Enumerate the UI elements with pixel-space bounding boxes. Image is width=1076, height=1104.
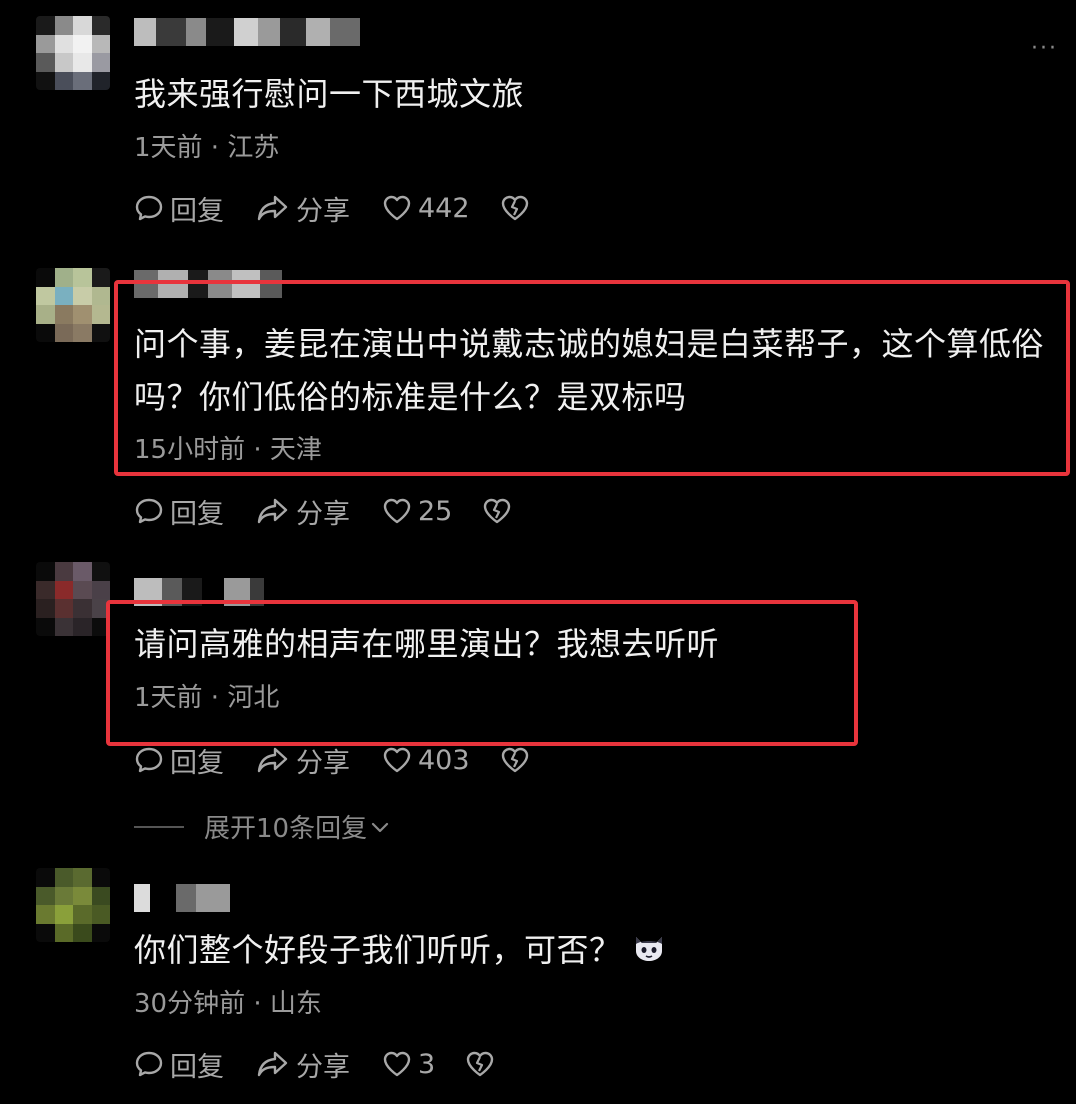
broken-heart-icon bbox=[466, 1051, 494, 1077]
comment-meta: 30分钟前 · 山东 bbox=[134, 989, 322, 1019]
heart-icon bbox=[383, 498, 411, 524]
comment-text: 我来强行慰问一下西城文旅 bbox=[134, 75, 525, 113]
like-button[interactable]: 25 bbox=[382, 496, 452, 527]
share-icon bbox=[257, 498, 288, 524]
broken-heart-icon bbox=[484, 498, 511, 524]
avatar[interactable] bbox=[36, 16, 110, 90]
heart-icon bbox=[383, 747, 411, 773]
like-count: 403 bbox=[418, 744, 470, 776]
comment-actions: 回复 分享 442 bbox=[134, 189, 568, 228]
share-button[interactable]: 分享 bbox=[256, 189, 350, 228]
like-button[interactable]: 403 bbox=[382, 745, 470, 776]
avatar[interactable] bbox=[36, 562, 110, 636]
like-count: 3 bbox=[418, 1048, 436, 1080]
dislike-button[interactable] bbox=[500, 194, 536, 222]
divider-line bbox=[134, 825, 184, 828]
reply-button[interactable]: 回复 bbox=[134, 741, 224, 780]
reply-icon bbox=[135, 747, 163, 773]
avatar[interactable] bbox=[36, 268, 110, 342]
username-blurred[interactable] bbox=[134, 18, 360, 46]
reply-button[interactable]: 回复 bbox=[134, 189, 224, 228]
reply-icon bbox=[135, 498, 163, 524]
share-label: 分享 bbox=[296, 195, 350, 227]
comment-text: 你们整个好段子我们听听，可否？ bbox=[134, 924, 1054, 979]
like-count: 442 bbox=[418, 192, 470, 224]
reply-label: 回复 bbox=[170, 195, 224, 227]
comment-meta: 1天前 · 江苏 bbox=[134, 133, 280, 163]
comment-actions: 回复 分享 403 bbox=[134, 741, 568, 780]
heart-icon bbox=[383, 1051, 411, 1077]
cat-emoji-icon bbox=[632, 926, 666, 979]
like-button[interactable]: 3 bbox=[382, 1049, 435, 1080]
broken-heart-icon bbox=[501, 747, 528, 773]
reply-label: 回复 bbox=[170, 498, 224, 530]
share-icon bbox=[257, 1051, 288, 1077]
heart-icon bbox=[383, 195, 411, 221]
share-icon bbox=[257, 195, 288, 221]
highlight-box bbox=[114, 280, 1070, 476]
share-button[interactable]: 分享 bbox=[256, 492, 350, 531]
reply-button[interactable]: 回复 bbox=[134, 1045, 224, 1084]
share-button[interactable]: 分享 bbox=[256, 741, 350, 780]
comment-actions: 回复 分享 25 bbox=[134, 492, 550, 531]
username-blurred[interactable] bbox=[134, 884, 230, 912]
reply-label: 回复 bbox=[170, 747, 224, 779]
dislike-button[interactable] bbox=[465, 1050, 501, 1078]
share-label: 分享 bbox=[296, 1051, 350, 1083]
reply-icon bbox=[135, 195, 163, 221]
comment-actions: 回复 分享 3 bbox=[134, 1045, 533, 1084]
reply-icon bbox=[135, 1051, 163, 1077]
chevron-down-icon bbox=[371, 822, 389, 832]
dislike-button[interactable] bbox=[500, 746, 536, 774]
share-icon bbox=[257, 747, 288, 773]
broken-heart-icon bbox=[501, 195, 528, 221]
dislike-button[interactable] bbox=[482, 497, 518, 525]
more-icon[interactable]: ··· bbox=[1031, 36, 1058, 61]
like-count: 25 bbox=[418, 495, 453, 527]
share-label: 分享 bbox=[296, 498, 350, 530]
like-button[interactable]: 442 bbox=[382, 193, 470, 224]
share-button[interactable]: 分享 bbox=[256, 1045, 350, 1084]
reply-button[interactable]: 回复 bbox=[134, 492, 224, 531]
highlight-box bbox=[106, 600, 858, 746]
avatar[interactable] bbox=[36, 868, 110, 942]
comment-text-content: 你们整个好段子我们听听，可否？ bbox=[134, 931, 622, 969]
expand-replies-button[interactable]: 展开10条回复 bbox=[134, 808, 391, 845]
share-label: 分享 bbox=[296, 747, 350, 779]
expand-replies-label: 展开10条回复 bbox=[204, 814, 368, 844]
reply-label: 回复 bbox=[170, 1051, 224, 1083]
